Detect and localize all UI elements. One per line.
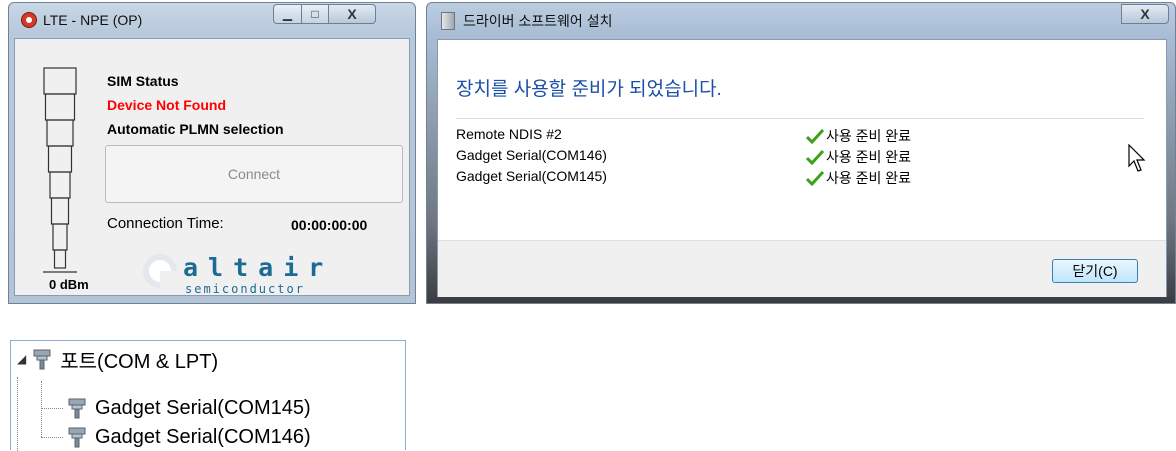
lte-close-button[interactable]: X bbox=[329, 4, 376, 24]
tree-guide-line bbox=[41, 408, 63, 409]
altair-logo-subtext: semiconductor bbox=[185, 282, 305, 296]
dialog-footer: 닫기(C) bbox=[438, 240, 1166, 297]
tree-guide-line bbox=[17, 377, 18, 451]
plmn-mode-text: Automatic PLMN selection bbox=[107, 121, 284, 137]
port-connector-icon bbox=[33, 349, 51, 370]
tree-item-com145[interactable]: Gadget Serial(COM145) bbox=[65, 394, 311, 422]
lte-window-title: LTE - NPE (OP) bbox=[43, 12, 143, 28]
close-dialog-label: 닫기(C) bbox=[1072, 263, 1118, 279]
tree-guide-line bbox=[41, 437, 63, 438]
signal-strength-icon bbox=[43, 67, 77, 273]
connect-button[interactable]: Connect bbox=[105, 145, 403, 203]
device-row: Gadget Serial(COM146) 사용 준비 완료 bbox=[456, 147, 1156, 167]
device-status-text: 사용 준비 완료 bbox=[826, 170, 912, 186]
minimize-icon: ▁ bbox=[282, 7, 293, 21]
close-dialog-button[interactable]: 닫기(C) bbox=[1052, 259, 1138, 283]
driver-close-button[interactable]: X bbox=[1121, 4, 1169, 24]
divider bbox=[456, 118, 1144, 119]
tree-category-label: 포트(COM & LPT) bbox=[60, 350, 219, 373]
device-row: Remote NDIS #2 사용 준비 완료 bbox=[456, 126, 1156, 146]
sim-status-label: SIM Status bbox=[107, 73, 179, 89]
device-status-text: Device Not Found bbox=[107, 97, 227, 113]
close-icon: X bbox=[347, 6, 357, 22]
lte-titlebar: LTE - NPE (OP) bbox=[21, 9, 142, 31]
driver-client-area: 장치를 사용할 준비가 되었습니다. Remote NDIS #2 사용 준비 … bbox=[437, 39, 1167, 297]
connection-time-label: Connection Time: bbox=[107, 215, 224, 232]
device-status-text: 사용 준비 완료 bbox=[826, 149, 912, 165]
driver-window-title: 드라이버 소프트웨어 설치 bbox=[463, 13, 613, 29]
device-status-text: 사용 준비 완료 bbox=[826, 128, 912, 144]
device-status: 사용 준비 완료 bbox=[806, 126, 911, 146]
mouse-pointer-icon bbox=[1128, 144, 1146, 172]
lte-window-controls: ▁ □ X bbox=[273, 4, 376, 24]
port-connector-icon bbox=[68, 398, 86, 419]
driver-titlebar: 드라이버 소프트웨어 설치 bbox=[441, 10, 612, 32]
altair-logo-text: altair bbox=[183, 253, 334, 282]
port-connector-icon bbox=[68, 427, 86, 448]
device-row: Gadget Serial(COM145) 사용 준비 완료 bbox=[456, 168, 1156, 188]
device-name: Gadget Serial(COM145) bbox=[456, 168, 607, 184]
connection-time-value: 00:00:00:00 bbox=[291, 217, 368, 233]
driver-install-icon bbox=[441, 12, 455, 30]
maximize-icon: □ bbox=[311, 7, 319, 21]
maximize-button[interactable]: □ bbox=[302, 4, 329, 24]
close-icon: X bbox=[1140, 6, 1150, 22]
lte-window: LTE - NPE (OP) ▁ □ X SIM Status Device N… bbox=[8, 2, 416, 304]
checkmark-icon bbox=[806, 128, 824, 144]
connect-button-label: Connect bbox=[227, 166, 281, 182]
device-status: 사용 준비 완료 bbox=[806, 147, 911, 167]
checkmark-icon bbox=[806, 149, 824, 165]
signal-dbm-label: 0 dBm bbox=[49, 277, 89, 292]
device-tree: ◢ 포트(COM & LPT) Gadget Serial(COM145) Ga… bbox=[10, 340, 406, 451]
driver-install-window: 드라이버 소프트웨어 설치 X 장치를 사용할 준비가 되었습니다. Remot… bbox=[426, 2, 1176, 304]
driver-status-header: 장치를 사용할 준비가 되었습니다. bbox=[456, 79, 722, 100]
device-name: Remote NDIS #2 bbox=[456, 126, 562, 142]
device-name: Gadget Serial(COM146) bbox=[456, 147, 607, 163]
tree-item-label: Gadget Serial(COM146) bbox=[95, 425, 311, 448]
tree-item-label: Gadget Serial(COM145) bbox=[95, 396, 311, 419]
minimize-button[interactable]: ▁ bbox=[273, 4, 302, 24]
app-record-icon bbox=[21, 12, 37, 28]
checkmark-icon bbox=[806, 170, 824, 186]
collapse-arrow-icon[interactable]: ◢ bbox=[17, 352, 26, 366]
tree-item-com146[interactable]: Gadget Serial(COM146) bbox=[65, 423, 311, 451]
device-status: 사용 준비 완료 bbox=[806, 168, 911, 188]
lte-client-area: SIM Status Device Not Found Automatic PL… bbox=[14, 38, 410, 296]
tree-guide-line bbox=[41, 381, 42, 437]
tree-item-ports[interactable]: ◢ 포트(COM & LPT) bbox=[17, 345, 218, 373]
